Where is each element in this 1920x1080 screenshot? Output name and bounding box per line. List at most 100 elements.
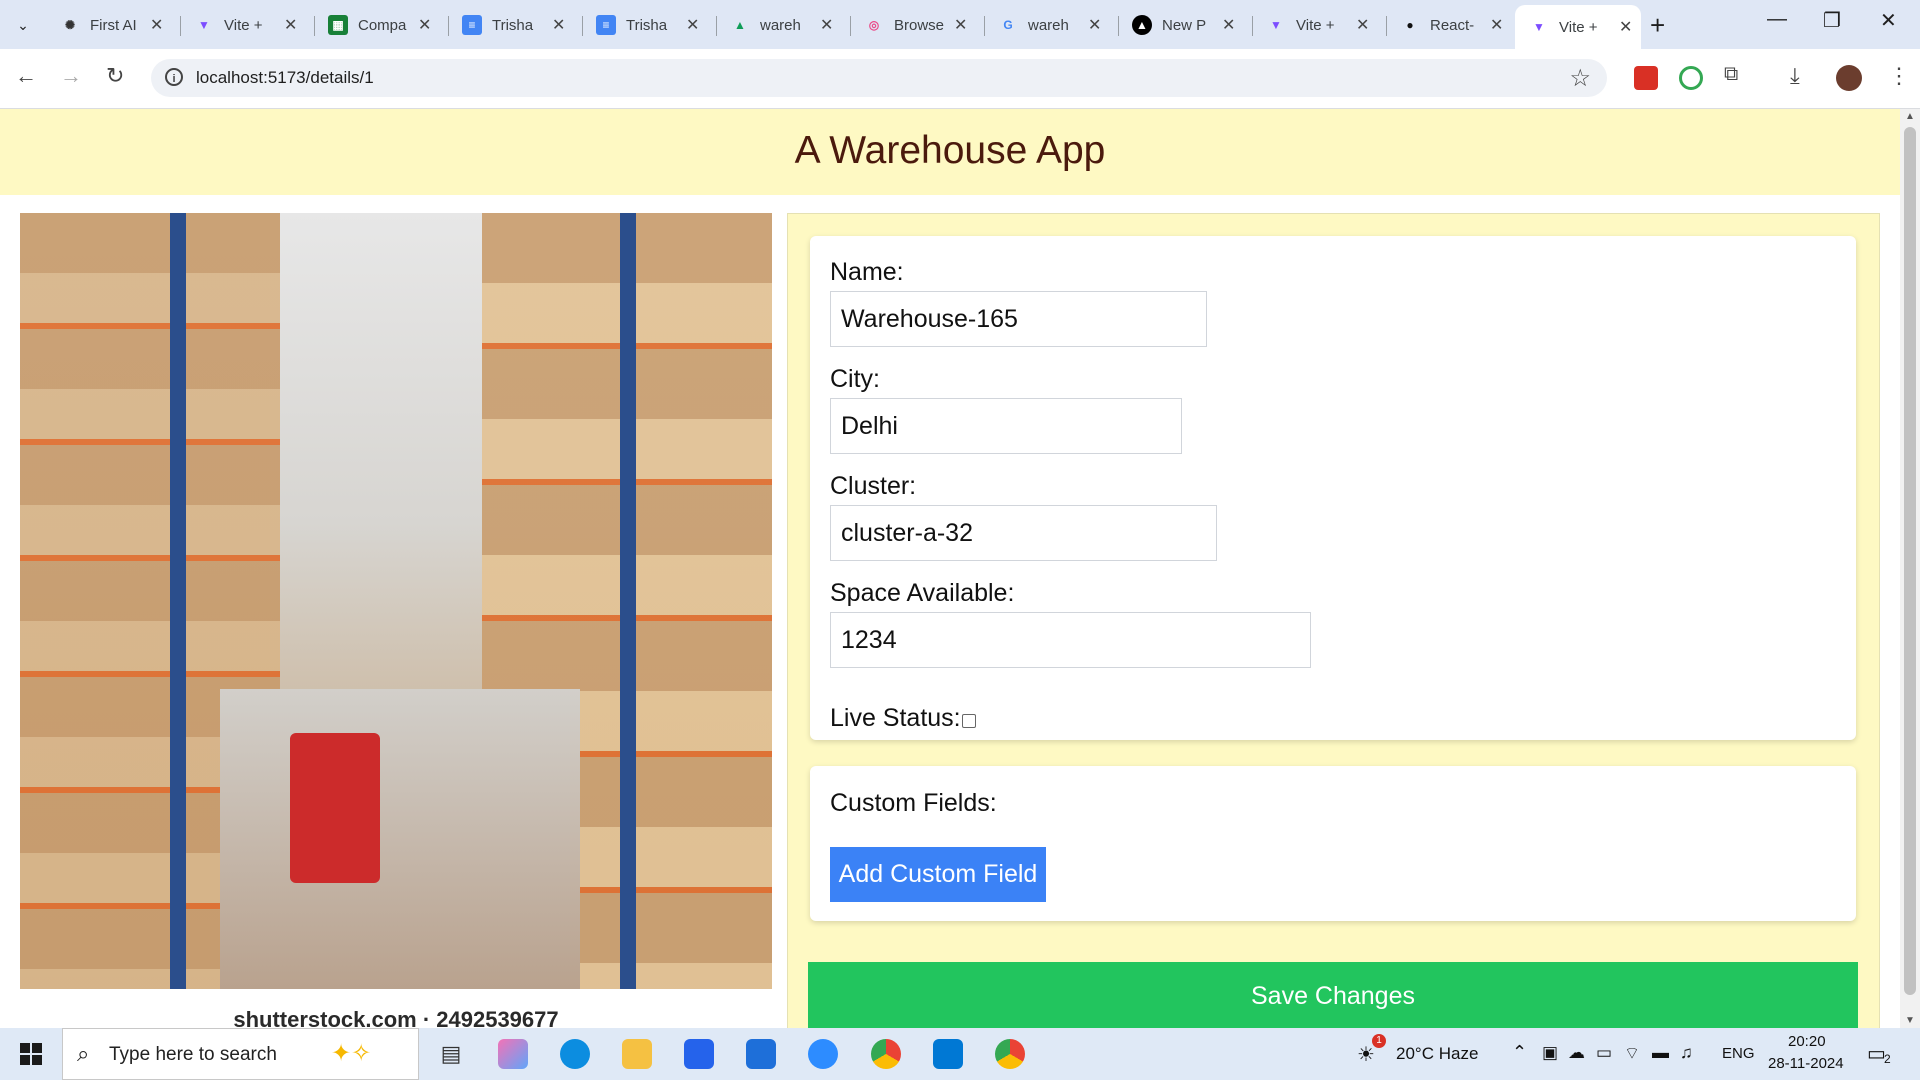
close-icon[interactable]: ✕: [1490, 15, 1503, 35]
scroll-down-arrow-icon[interactable]: ▼: [1905, 1015, 1915, 1026]
name-input[interactable]: [830, 291, 1207, 347]
close-icon[interactable]: ✕: [418, 15, 431, 35]
back-arrow-icon[interactable]: ←: [15, 63, 37, 89]
live-status-label: Live Status:: [830, 704, 961, 732]
dribbble-icon: ◎: [868, 18, 880, 32]
clock-time[interactable]: 20:20: [1788, 1033, 1826, 1050]
tab-search-icon[interactable]: ⌄: [8, 10, 38, 40]
tab-title: Browse: [894, 16, 944, 34]
live-status-checkbox[interactable]: [962, 714, 976, 728]
taskbar-search-placeholder: Type here to search: [109, 1044, 277, 1065]
url-text[interactable]: localhost:5173/details/1: [196, 68, 374, 88]
tab-vite-2[interactable]: ▼ Vite + ✕: [1252, 7, 1378, 43]
tab-first-ai[interactable]: ✺ First AI ✕: [46, 7, 172, 43]
forward-arrow-icon[interactable]: →: [60, 63, 82, 89]
mail-icon[interactable]: [746, 1039, 776, 1069]
search-icon: ⌕: [77, 1041, 90, 1066]
close-icon[interactable]: ✕: [552, 15, 565, 35]
image-watermark: shutterstock.com · 2492539677: [233, 1007, 559, 1028]
battery-icon[interactable]: ▬: [1652, 1043, 1669, 1063]
cluster-label: Cluster:: [830, 472, 917, 500]
space-available-label: Space Available:: [830, 579, 1015, 607]
browser-toolbar: ← → ↻ i localhost:5173/details/1 ☆ ⧉ ⤓ ⋮: [0, 49, 1920, 109]
extension-red-icon[interactable]: [1634, 66, 1658, 90]
weather-text[interactable]: 20°C Haze: [1396, 1044, 1478, 1064]
sheets-icon: ▦: [328, 15, 348, 35]
extensions-puzzle-icon[interactable]: ⧉: [1724, 63, 1738, 86]
tray-cloud-icon[interactable]: ☁: [1568, 1043, 1585, 1063]
minimize-icon[interactable]: —: [1767, 8, 1787, 31]
github-icon: ●: [1406, 18, 1414, 32]
close-icon[interactable]: ✕: [1356, 15, 1369, 35]
close-icon[interactable]: ✕: [150, 15, 163, 35]
tab-google[interactable]: G wareh ✕: [984, 7, 1110, 43]
details-form-card: Name: City: Cluster: Space Available: Li…: [810, 236, 1856, 740]
tab-vite-1[interactable]: ▼ Vite + ✕: [180, 7, 306, 43]
chrome-icon[interactable]: [871, 1039, 901, 1069]
task-view-icon[interactable]: ▤: [436, 1039, 466, 1069]
space-available-input[interactable]: [830, 612, 1311, 668]
city-label: City:: [830, 365, 880, 393]
extension-green-icon[interactable]: [1679, 66, 1703, 90]
close-icon[interactable]: ✕: [954, 15, 967, 35]
vscode-icon[interactable]: [933, 1039, 963, 1069]
address-bar[interactable]: i localhost:5173/details/1 ☆: [151, 59, 1607, 97]
microsoft-store-icon[interactable]: [684, 1039, 714, 1069]
close-icon[interactable]: ✕: [284, 15, 297, 35]
language-indicator[interactable]: ENG: [1722, 1045, 1755, 1062]
weather-badge: 1: [1372, 1034, 1386, 1048]
reload-icon[interactable]: ↻: [106, 63, 124, 89]
forklift: [290, 733, 380, 883]
scrollbar-thumb[interactable]: [1904, 127, 1916, 995]
tab-title: Trisha: [492, 16, 534, 34]
copilot-sparkle-icon[interactable]: ✦✧: [331, 1039, 371, 1068]
wifi-icon[interactable]: ⌔: [1624, 1043, 1640, 1064]
cluster-input[interactable]: [830, 505, 1217, 561]
scroll-up-arrow-icon[interactable]: ▲: [1905, 111, 1915, 122]
close-icon[interactable]: ✕: [1619, 17, 1632, 37]
tab-title: First AI: [90, 16, 137, 34]
add-custom-field-button[interactable]: Add Custom Field: [830, 847, 1046, 902]
docs-icon: ≡: [596, 15, 616, 35]
city-input[interactable]: [830, 398, 1182, 454]
close-icon[interactable]: ✕: [1088, 15, 1101, 35]
tab-vite-active[interactable]: ▼ Vite + ✕: [1515, 5, 1641, 49]
restore-icon[interactable]: ❐: [1823, 8, 1841, 33]
close-icon[interactable]: ✕: [686, 15, 699, 35]
tray-meet-icon[interactable]: ▣: [1542, 1043, 1558, 1063]
page-scrollbar[interactable]: ▲ ▼: [1900, 109, 1920, 1028]
profile-avatar[interactable]: [1836, 65, 1862, 91]
clock-date[interactable]: 28-11-2024: [1768, 1055, 1844, 1072]
download-icon[interactable]: ⤓: [1790, 63, 1800, 89]
volume-icon[interactable]: ♫: [1680, 1043, 1693, 1063]
close-icon[interactable]: ✕: [820, 15, 833, 35]
tab-drive[interactable]: ▲ wareh ✕: [716, 7, 842, 43]
chrome-profile-icon[interactable]: [995, 1039, 1025, 1069]
save-changes-button[interactable]: Save Changes: [808, 962, 1858, 1028]
tray-display-icon[interactable]: ▭: [1596, 1043, 1612, 1063]
new-tab-plus-icon[interactable]: +: [1650, 10, 1665, 41]
windows-start-icon[interactable]: [20, 1043, 42, 1065]
copilot-icon[interactable]: [498, 1039, 528, 1069]
windows-taskbar: ⌕ Type here to search ✦✧ ▤ ☀ 1 20°C Haze…: [0, 1028, 1920, 1080]
taskbar-search-box[interactable]: ⌕ Type here to search ✦✧: [62, 1028, 419, 1080]
bookmark-star-icon[interactable]: ☆: [1569, 64, 1591, 93]
tab-dribbble[interactable]: ◎ Browse ✕: [850, 7, 976, 43]
tray-chevron-icon[interactable]: ⌃: [1512, 1042, 1527, 1063]
vercel-icon: ▲: [1132, 15, 1152, 35]
tab-github[interactable]: ● React- ✕: [1386, 7, 1512, 43]
close-icon[interactable]: ✕: [1222, 15, 1235, 35]
custom-fields-card: Custom Fields: Add Custom Field: [810, 766, 1856, 921]
tab-docs-1[interactable]: ≡ Trisha ✕: [448, 7, 574, 43]
weather-icon[interactable]: ☀: [1357, 1042, 1375, 1067]
tab-sheets[interactable]: ▦ Compa ✕: [314, 7, 440, 43]
more-menu-icon[interactable]: ⋮: [1888, 63, 1910, 89]
tab-title: wareh: [760, 16, 801, 34]
window-close-icon[interactable]: ✕: [1880, 8, 1897, 33]
file-explorer-icon[interactable]: [622, 1039, 652, 1069]
tab-docs-2[interactable]: ≡ Trisha ✕: [582, 7, 708, 43]
tab-vercel[interactable]: ▲ New P ✕: [1118, 7, 1244, 43]
zoom-icon[interactable]: [808, 1039, 838, 1069]
site-info-icon[interactable]: i: [165, 68, 183, 86]
edge-browser-icon[interactable]: [560, 1039, 590, 1069]
